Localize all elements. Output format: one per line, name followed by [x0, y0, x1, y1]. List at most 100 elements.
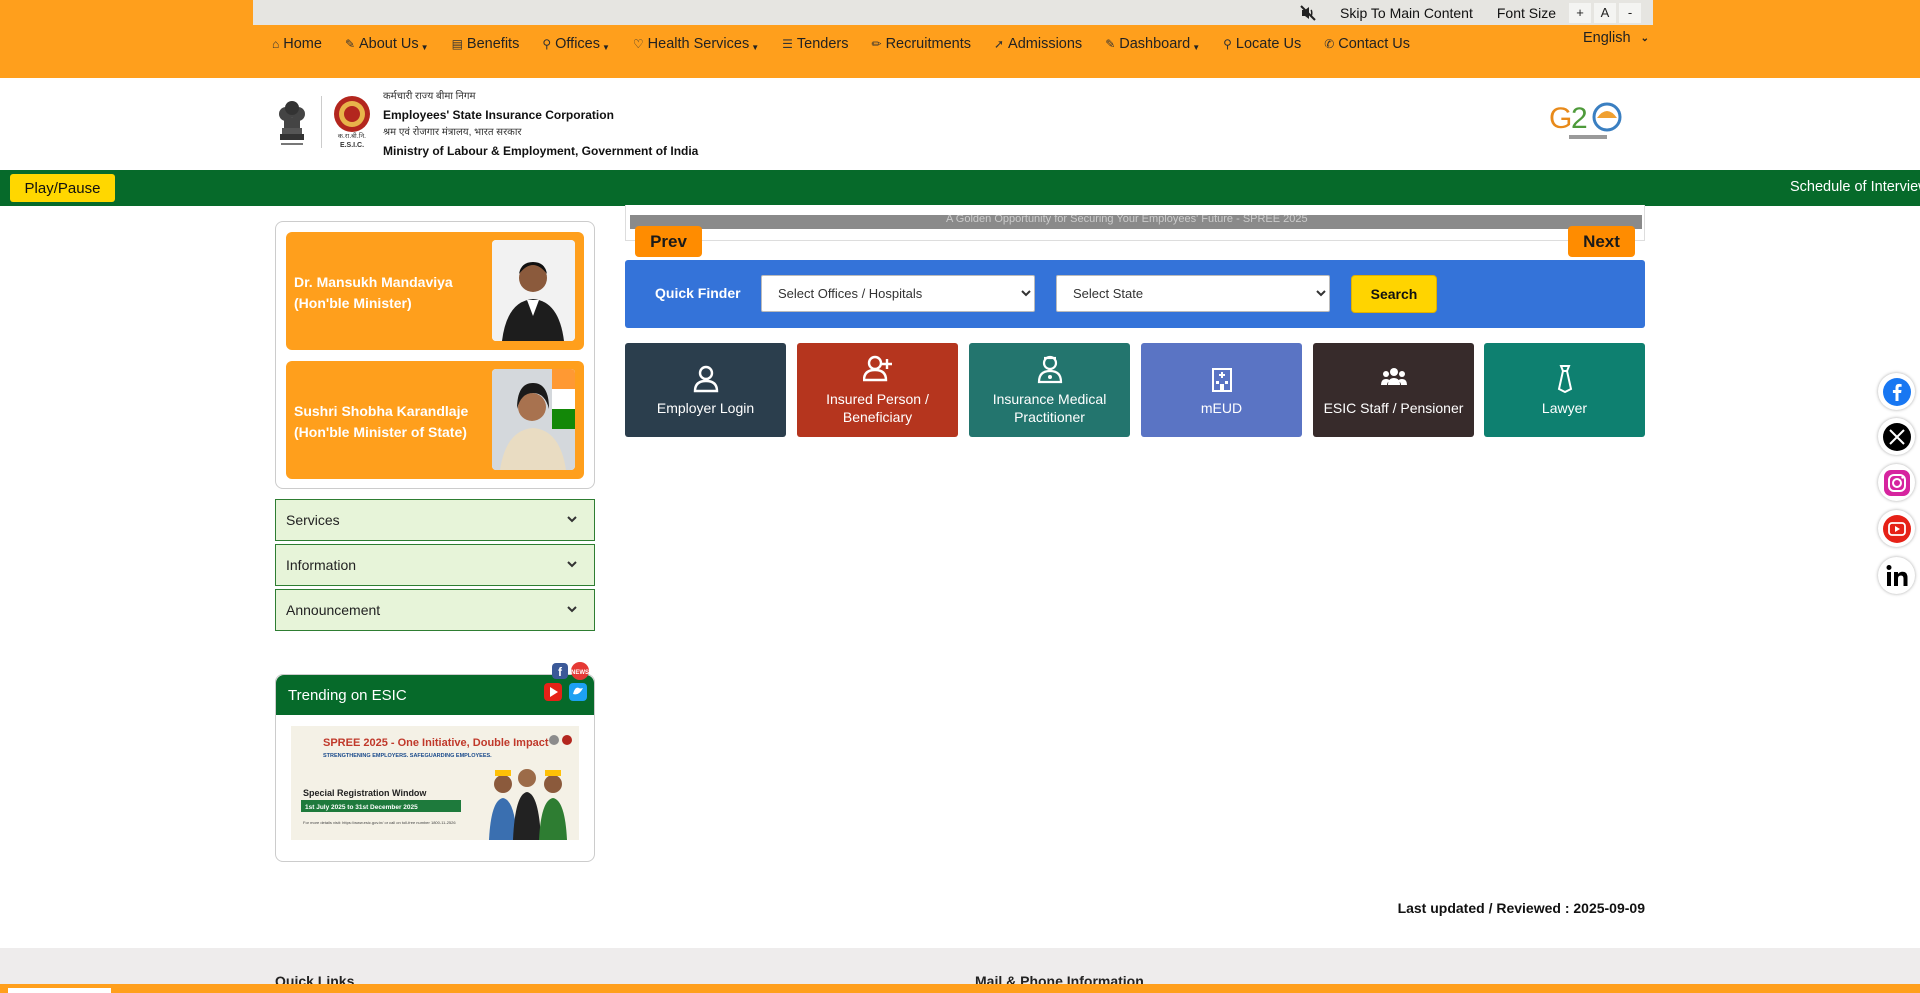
minister-name: Dr. Mansukh Mandaviya (Hon'ble Minister): [294, 274, 453, 311]
tile-label: Insured Person / Beneficiary: [826, 391, 929, 425]
chevron-down-icon: ⌄: [1640, 32, 1649, 44]
minister-card[interactable]: Sushri Shobha Karandlaje (Hon'ble Minist…: [286, 361, 584, 479]
dropdown-caret-icon: ▼: [1192, 42, 1201, 52]
skip-to-main-link[interactable]: Skip To Main Content: [1340, 5, 1473, 21]
minister-name: Sushri Shobha Karandlaje (Hon'ble Minist…: [294, 403, 469, 440]
org-name-english: Employees' State Insurance Corporation: [383, 108, 614, 122]
accordion-announcement[interactable]: Announcement: [275, 589, 595, 631]
accordion-services[interactable]: Services: [275, 499, 595, 541]
nav-item-contact-us[interactable]: ✆ Contact Us: [1324, 36, 1410, 52]
main-nav: ⌂ Home ✎ About Us ▼ ▤ Benefits ⚲ Offices…: [272, 36, 1433, 52]
nav-item-dashboard[interactable]: ✎ Dashboard ▼: [1105, 36, 1200, 52]
org-name-hindi: कर्मचारी राज्य बीमा निगम: [383, 91, 476, 102]
last-updated-text: Last updated / Reviewed : 2025-09-09: [1397, 900, 1645, 916]
nav-label: Home: [283, 36, 322, 52]
state-select[interactable]: Select State: [1056, 275, 1330, 312]
nav-item-locate-us[interactable]: ⚲ Locate Us: [1223, 36, 1301, 52]
social-media-cluster-icon: f NEWS: [542, 662, 592, 704]
youtube-icon[interactable]: [1878, 510, 1915, 547]
tile-label: mEUD: [1200, 400, 1243, 416]
nav-item-home[interactable]: ⌂ Home: [272, 36, 322, 52]
news-ticker: Play/Pause Schedule of Interview: [0, 170, 1920, 206]
minister-photo: [492, 369, 575, 470]
nav-label: Health Services: [647, 36, 750, 52]
carousel-prev-button[interactable]: Prev: [635, 226, 702, 257]
group-icon: [1379, 363, 1409, 393]
carousel-next-button[interactable]: Next: [1568, 226, 1635, 257]
tile-employer-login[interactable]: Employer Login: [625, 343, 786, 437]
esic-logo-hindi: क.रा.बी.नि.: [338, 132, 366, 140]
banner-more-info: For more details visit: https://www.esic…: [303, 820, 456, 825]
facebook-icon[interactable]: [1878, 373, 1915, 410]
nav-label: Contact Us: [1338, 36, 1410, 52]
ticker-text[interactable]: Schedule of Interview: [1790, 179, 1920, 195]
language-select[interactable]: English ⌄: [1583, 30, 1649, 46]
nav-label: Recruitments: [885, 36, 971, 52]
location-pin-icon: ⚲: [1223, 37, 1232, 51]
location-pin-icon: ⚲: [542, 37, 552, 51]
footer: Quick Links Mail & Phone Information: [0, 948, 1920, 993]
minister-card[interactable]: Dr. Mansukh Mandaviya (Hon'ble Minister): [286, 232, 584, 350]
hospital-icon: [1207, 363, 1237, 393]
font-decrease-button[interactable]: -: [1619, 2, 1641, 23]
mute-audio-icon[interactable]: [1298, 3, 1318, 23]
carousel-caption-bar: A Golden Opportunity for Securing Your E…: [630, 215, 1642, 229]
ministry-english: Ministry of Labour & Employment, Governm…: [383, 144, 699, 158]
trending-panel: Trending on ESIC f NEWS SPREE 2025 - One…: [275, 662, 595, 862]
font-normal-button[interactable]: A: [1594, 2, 1616, 23]
chevron-down-icon: [567, 561, 577, 568]
accordion-information[interactable]: Information: [275, 544, 595, 586]
nav-item-offices[interactable]: ⚲ Offices ▼: [542, 36, 610, 52]
nav-label: Locate Us: [1235, 36, 1302, 52]
tile-label: ESIC Staff / Pensioner: [1323, 400, 1464, 416]
chevron-down-icon: [567, 516, 577, 523]
phone-icon: ✆: [1324, 37, 1335, 51]
nav-label: Admissions: [1008, 36, 1083, 52]
quick-finder-label: Quick Finder: [655, 285, 741, 301]
footer-orange-strip: [0, 984, 1920, 993]
heart-pulse-icon: ♡: [632, 37, 644, 51]
x-twitter-icon[interactable]: [1878, 418, 1915, 455]
nav-item-recruitments[interactable]: ✏ Recruitments: [872, 36, 971, 52]
tile-label: Lawyer: [1541, 400, 1588, 416]
tile-label: Employer Login: [656, 400, 755, 416]
doctor-icon: [1035, 354, 1065, 384]
user-icon: [691, 363, 721, 393]
footer-white-tab: [8, 988, 111, 993]
banner-window-title: Special Registration Window: [303, 788, 427, 798]
tile-meud[interactable]: mEUD: [1141, 343, 1302, 437]
svg-text:NEWS: NEWS: [571, 670, 589, 676]
nav-item-about-us[interactable]: ✎ About Us ▼: [345, 36, 429, 52]
office-hospital-select[interactable]: Select Offices / Hospitals: [761, 275, 1035, 312]
home-icon: ⌂: [272, 37, 280, 51]
organization-title-block[interactable]: कर्मचारी राज्य बीमा निगम Employees' Stat…: [383, 88, 698, 160]
edit-icon: ✎: [344, 37, 355, 51]
banner-subtitle: STRENGTHENING EMPLOYERS. SAFEGUARDING EM…: [323, 753, 492, 759]
instagram-icon[interactable]: [1878, 464, 1915, 501]
nav-label: Offices: [555, 36, 600, 52]
dropdown-caret-icon: ▼: [751, 42, 760, 52]
play-pause-button[interactable]: Play/Pause: [10, 174, 115, 202]
rocket-icon: ➚: [993, 37, 1005, 51]
dropdown-caret-icon: ▼: [420, 42, 429, 52]
svg-text:2: 2: [1571, 102, 1588, 135]
language-value: English: [1583, 30, 1631, 46]
tile-insured-person[interactable]: Insured Person / Beneficiary: [797, 343, 958, 437]
nav-item-benefits[interactable]: ▤ Benefits: [452, 36, 520, 52]
banner-carousel: A Golden Opportunity for Securing Your E…: [625, 205, 1645, 241]
g20-logo: G 2: [1549, 98, 1627, 144]
accordion-label: Information: [286, 557, 357, 573]
font-increase-button[interactable]: +: [1569, 2, 1591, 23]
nav-item-tenders[interactable]: ☰ Tenders: [782, 36, 848, 52]
linkedin-icon[interactable]: [1878, 557, 1915, 594]
user-plus-icon: [862, 354, 893, 384]
nav-label: Tenders: [796, 36, 849, 52]
tile-lawyer[interactable]: Lawyer: [1484, 343, 1645, 437]
nav-item-health-services[interactable]: ♡ Health Services ▼: [633, 36, 759, 52]
tile-insurance-medical-practitioner[interactable]: Insurance Medical Practitioner: [969, 343, 1130, 437]
tile-esic-staff-pensioner[interactable]: ESIC Staff / Pensioner: [1313, 343, 1474, 437]
search-button[interactable]: Search: [1351, 275, 1437, 313]
dropdown-caret-icon: ▼: [601, 42, 610, 52]
nav-item-admissions[interactable]: ➚ Admissions: [994, 36, 1082, 52]
spree-banner-image[interactable]: SPREE 2025 - One Initiative, Double Impa…: [291, 726, 579, 840]
